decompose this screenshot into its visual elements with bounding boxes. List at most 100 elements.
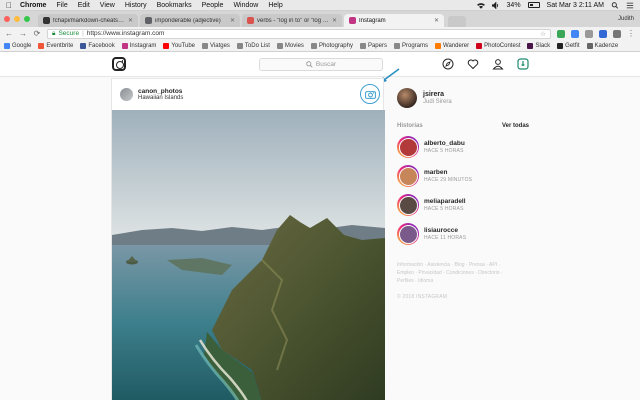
camera-button[interactable] <box>360 84 380 104</box>
story-item[interactable]: meliaparadell HACE 5 HORAS <box>397 194 529 216</box>
bookmark-eventbrite[interactable]: Eventbrite <box>38 42 74 49</box>
tab-strip: fchapi/markdown-cheatsheet ✕ imponderabl… <box>0 11 640 27</box>
profile-icon[interactable] <box>492 58 504 70</box>
story-username: lisiaurocce <box>424 227 458 234</box>
bookmark-kadenze[interactable]: Kadenze <box>586 42 618 49</box>
apple-icon[interactable]:  <box>6 1 12 10</box>
avatar[interactable] <box>120 87 133 101</box>
close-tab-icon[interactable]: ✕ <box>128 17 133 24</box>
heart-icon[interactable] <box>467 58 479 70</box>
close-tab-icon[interactable]: ✕ <box>332 17 337 24</box>
chrome-menu-icon[interactable]: ⋮ <box>627 29 635 38</box>
close-window-icon[interactable] <box>4 16 10 22</box>
menu-help[interactable]: Help <box>268 2 282 9</box>
forward-icon[interactable]: → <box>19 29 27 38</box>
story-ring <box>397 223 419 245</box>
bookmark-todo[interactable]: ToDo List <box>236 42 270 49</box>
bookmark-movies[interactable]: Movies <box>276 42 304 49</box>
volume-icon[interactable] <box>491 1 500 9</box>
maximize-window-icon[interactable] <box>24 16 30 22</box>
bookmark-google[interactable]: Google <box>4 42 31 49</box>
bookmark-photography[interactable]: Photography <box>310 42 353 49</box>
post-location[interactable]: Hawaiian Islands <box>138 95 183 101</box>
current-user: jsirera Judi Sirera <box>397 86 529 110</box>
new-tab-button[interactable] <box>448 16 466 27</box>
tab-markdown-cheatsheet[interactable]: fchapi/markdown-cheatsheet ✕ <box>38 14 138 27</box>
stories-title: Historias <box>397 123 423 129</box>
menu-list-icon[interactable] <box>626 2 634 9</box>
menu-edit[interactable]: Edit <box>78 2 90 9</box>
bookmark-wanderer[interactable]: Wanderer <box>435 42 470 49</box>
search-icon <box>306 61 313 68</box>
close-tab-icon[interactable]: ✕ <box>230 17 235 24</box>
tab-label: fchapi/markdown-cheatsheet <box>53 17 125 24</box>
bookmark-papers[interactable]: Papers <box>359 42 387 49</box>
extension-icon[interactable] <box>585 29 593 38</box>
photocontest-icon <box>476 42 483 49</box>
close-tab-icon[interactable]: ✕ <box>434 17 439 24</box>
tab-imponderable[interactable]: imponderable (adjective) ✕ <box>140 14 240 27</box>
post-username[interactable]: canon_photos <box>138 88 183 95</box>
story-text: lisiaurocce HACE 11 HORAS <box>424 227 466 241</box>
hawaii-landscape-image <box>112 110 385 400</box>
see-all-stories-link[interactable]: Ver todas <box>502 123 529 129</box>
instagram-header: Buscar <box>0 52 640 77</box>
bookmark-photocontest[interactable]: PhotoContest <box>476 42 521 49</box>
wanderer-icon <box>435 42 441 49</box>
lock-icon[interactable]: 🔒︎ <box>52 30 55 38</box>
menu-view[interactable]: View <box>100 2 115 9</box>
address-bar[interactable]: 🔒︎ Secure | https://www.instagram.com ☆ <box>47 28 551 39</box>
search-input[interactable]: Buscar <box>259 58 383 71</box>
minimize-window-icon[interactable] <box>14 16 20 22</box>
bookmark-getfit[interactable]: Getfit <box>557 42 580 49</box>
menu-app[interactable]: Chrome <box>20 2 46 9</box>
extension-badge-icon[interactable] <box>517 58 529 70</box>
post-photo[interactable] <box>112 110 385 400</box>
bookmark-label: Slack <box>535 42 551 49</box>
clock[interactable]: Sat Mar 3 2:11 AM <box>547 2 604 9</box>
bookmark-slack[interactable]: Slack <box>527 42 551 49</box>
menu-file[interactable]: File <box>56 2 67 9</box>
story-username: alberto_dabu <box>424 140 465 147</box>
extension-icon[interactable] <box>613 29 621 38</box>
menu-history[interactable]: History <box>125 2 147 9</box>
explore-compass-icon[interactable] <box>442 58 454 70</box>
menu-people[interactable]: People <box>202 2 224 9</box>
tab-log-in-to[interactable]: verbs - "log in to" or "log into" ✕ <box>242 14 342 27</box>
extension-icon[interactable] <box>599 29 607 38</box>
bookmark-programs[interactable]: Programs <box>393 42 428 49</box>
wifi-icon[interactable] <box>476 2 485 9</box>
bookmark-facebook[interactable]: Facebook <box>80 42 115 49</box>
menu-window[interactable]: Window <box>233 2 258 9</box>
bookmark-label: PhotoContest <box>484 42 521 49</box>
avatar[interactable] <box>397 88 417 108</box>
profile-name[interactable]: Judith <box>618 16 634 22</box>
star-icon[interactable]: ☆ <box>540 30 546 38</box>
current-user-text: jsirera Judi Sirera <box>423 91 452 105</box>
story-item[interactable]: marben HACE 29 MINUTOS <box>397 165 529 187</box>
extension-icon[interactable] <box>557 29 565 38</box>
bookmark-label: Eventbrite <box>46 42 74 49</box>
bookmark-viatges[interactable]: Viatges <box>202 42 230 49</box>
story-username: meliaparadell <box>424 198 466 205</box>
story-ring <box>397 136 419 158</box>
bookmark-instagram[interactable]: Instagram <box>121 42 156 49</box>
instagram-logo-icon[interactable] <box>112 57 126 71</box>
battery-icon[interactable] <box>527 2 540 8</box>
bookmark-youtube[interactable]: YouTube <box>163 42 195 49</box>
tab-label: Instagram <box>359 17 386 24</box>
tab-instagram[interactable]: Instagram ✕ <box>344 14 444 27</box>
story-item[interactable]: alberto_dabu HACE 5 HORAS <box>397 136 529 158</box>
story-text: meliaparadell HACE 5 HORAS <box>424 198 466 212</box>
url-text[interactable]: https://www.instagram.com <box>87 30 165 37</box>
current-username[interactable]: jsirera <box>423 91 452 98</box>
menu-bookmarks[interactable]: Bookmarks <box>157 2 192 9</box>
bookmark-label: Wanderer <box>443 42 470 49</box>
footer-links[interactable]: Información · Asistencia · Blog · Prensa… <box>397 261 517 285</box>
spotlight-icon[interactable] <box>611 1 619 9</box>
extension-icon[interactable] <box>571 29 579 38</box>
back-icon[interactable]: ← <box>5 29 13 38</box>
reload-icon[interactable]: ⟳ <box>33 29 41 38</box>
mac-menu-bar:  Chrome File Edit View History Bookmark… <box>0 0 640 11</box>
story-item[interactable]: lisiaurocce HACE 11 HORAS <box>397 223 529 245</box>
